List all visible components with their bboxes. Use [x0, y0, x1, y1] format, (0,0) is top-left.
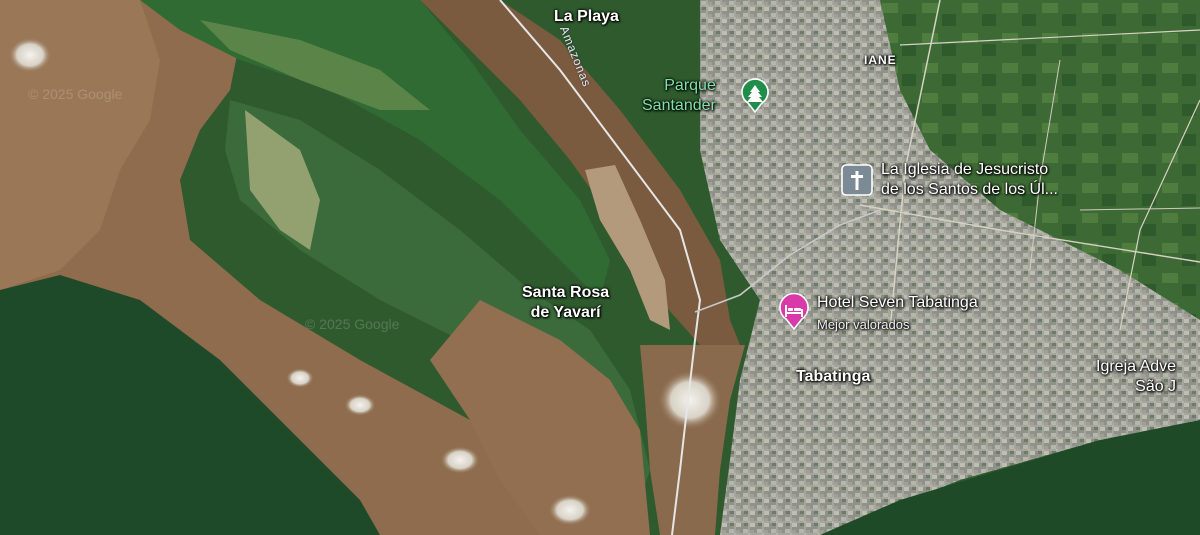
- satellite-imagery: [0, 0, 1200, 535]
- place-label-church[interactable]: La Iglesia de Jesucristo de los Santos d…: [881, 160, 1058, 200]
- cross-icon: [841, 164, 873, 196]
- place-label-parque-santander[interactable]: Parque Santander: [642, 76, 716, 116]
- place-label-tabatinga[interactable]: Tabatinga: [796, 368, 870, 386]
- place-label-iane[interactable]: IANE: [864, 53, 897, 67]
- church-pin[interactable]: [841, 164, 873, 201]
- satellite-map[interactable]: © 2025 Google © 2025 Google Amazonas La …: [0, 0, 1200, 535]
- park-pin[interactable]: [739, 78, 771, 119]
- tree-icon: [741, 78, 769, 114]
- place-label-la-playa[interactable]: La Playa: [554, 8, 619, 26]
- hotel-rating-label: Mejor valorados: [817, 317, 910, 332]
- watermark: © 2025 Google: [305, 316, 400, 332]
- place-label-igreja[interactable]: Igreja Adve São J: [1096, 357, 1176, 397]
- place-label-hotel[interactable]: Hotel Seven Tabatinga: [817, 294, 978, 312]
- watermark: © 2025 Google: [28, 86, 123, 102]
- place-label-santa-rosa[interactable]: Santa Rosa de Yavarí: [522, 283, 609, 323]
- hotel-pin[interactable]: [777, 292, 811, 336]
- bed-icon: [779, 292, 809, 331]
